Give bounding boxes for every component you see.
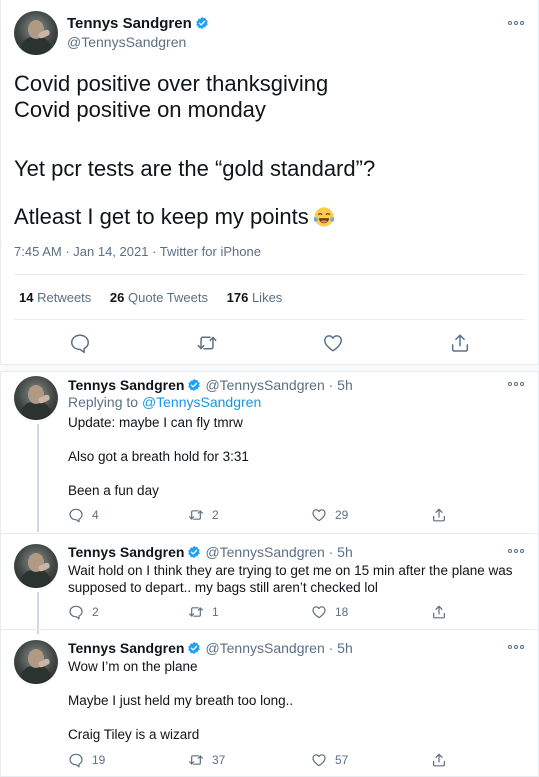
retweet-action[interactable]: 1 (188, 603, 219, 621)
like-icon (312, 606, 326, 619)
more-options-icon[interactable] (508, 379, 528, 389)
tweet-line: Yet pcr tests are the “gold standard”? (14, 156, 376, 181)
replying-to: Replying to @TennysSandgren (68, 394, 261, 410)
thread-line (37, 592, 39, 634)
reply-icon[interactable] (69, 332, 91, 354)
reply-line: supposed to depart.. my bags still aren’… (68, 580, 378, 595)
retweet-count: 37 (212, 753, 226, 767)
avatar[interactable] (14, 640, 58, 684)
replying-prefix: Replying to (68, 394, 139, 410)
retweet-action[interactable]: 37 (188, 751, 225, 769)
avatar[interactable] (14, 376, 58, 420)
author-name-text: Tennys Sandgren (68, 544, 185, 560)
author-name[interactable]: Tennys Sandgren @TennysSandgren · 5h (68, 377, 353, 393)
tweet-stats: 14 Retweets 26 Quote Tweets 176 Likes (19, 290, 297, 305)
reply-line: Been a fun day (68, 483, 159, 498)
retweet-action[interactable]: 2 (188, 506, 219, 524)
like-icon (312, 754, 326, 767)
share-action[interactable] (431, 506, 455, 524)
more-options-icon[interactable] (508, 18, 528, 28)
author-name-text: Tennys Sandgren (67, 15, 192, 32)
retweet-icon (189, 510, 203, 520)
tweet-time: 7:45 AM (14, 244, 62, 259)
more-options-icon[interactable] (508, 546, 528, 556)
tweet-line: Covid positive on monday (14, 97, 266, 122)
reply-line: Update: maybe I can fly tmrw (68, 415, 243, 430)
share-icon (433, 605, 445, 619)
avatar[interactable] (14, 544, 58, 588)
reply-line: Wow I’m on the plane (68, 659, 198, 674)
author-name-text: Tennys Sandgren (68, 640, 185, 656)
author-handle[interactable]: @TennysSandgren · 5h (205, 544, 352, 560)
share-icon[interactable] (449, 332, 471, 354)
tweet-date: Jan 14, 2021 (73, 244, 149, 259)
author-handle[interactable]: @TennysSandgren · 5h (205, 640, 352, 656)
like-action[interactable]: 18 (311, 603, 348, 621)
like-action[interactable]: 29 (311, 506, 348, 524)
reply-icon (69, 753, 83, 768)
reply-count: 4 (92, 508, 99, 522)
reply-icon (69, 605, 83, 620)
like-icon (312, 509, 326, 522)
like-count: 18 (335, 605, 349, 619)
retweet-icon[interactable] (196, 332, 218, 354)
tweet-line-last: Atleast I get to keep my points (14, 204, 335, 230)
retweet-icon (189, 607, 203, 617)
quote-tweets-stat[interactable]: 26 Quote Tweets (110, 290, 208, 305)
retweet-count: 2 (212, 508, 219, 522)
reply-action[interactable]: 19 (68, 751, 105, 769)
verified-badge-icon (188, 641, 201, 655)
likes-stat[interactable]: 176 Likes (227, 290, 283, 305)
reply-line: Also got a breath hold for 3:31 (68, 449, 249, 464)
verified-badge-icon (188, 378, 201, 392)
avatar[interactable] (14, 11, 58, 55)
tweet-source: Twitter for iPhone (159, 244, 261, 259)
author-name[interactable]: Tennys Sandgren @TennysSandgren · 5h (68, 544, 353, 560)
reply-line: Craig Tiley is a wizard (68, 727, 200, 742)
more-options-icon[interactable] (508, 642, 528, 652)
reply-count: 2 (92, 605, 99, 619)
divider (0, 533, 539, 534)
reply-icon (69, 508, 83, 523)
reply-count: 19 (92, 753, 106, 767)
tweet-line: Covid positive over thanksgiving (14, 71, 329, 96)
verified-badge-icon (188, 545, 201, 559)
thread-line (37, 424, 39, 532)
section-separator (0, 364, 539, 372)
author-name[interactable]: Tennys Sandgren (67, 15, 209, 32)
like-count: 57 (335, 753, 349, 767)
share-icon (433, 753, 445, 767)
share-action[interactable] (431, 751, 455, 769)
author-handle[interactable]: @TennysSandgren (67, 34, 186, 50)
face-with-tears-of-joy-emoji (313, 207, 334, 227)
like-count: 29 (335, 508, 349, 522)
retweets-stat[interactable]: 14 Retweets (19, 290, 91, 305)
like-action[interactable]: 57 (311, 751, 348, 769)
like-icon[interactable] (322, 332, 344, 354)
verified-badge-icon (195, 16, 208, 30)
reply-line: Wait hold on I think they are trying to … (68, 563, 513, 578)
author-handle[interactable]: @TennysSandgren · 5h (205, 377, 352, 393)
divider (0, 629, 539, 630)
share-icon (433, 508, 445, 522)
share-action[interactable] (431, 603, 455, 621)
divider (14, 274, 525, 275)
reply-action[interactable]: 4 (68, 506, 99, 524)
author-name-text: Tennys Sandgren (68, 377, 185, 393)
replying-to-link[interactable]: @TennysSandgren (142, 394, 261, 410)
reply-line: Maybe I just held my breath too long.. (68, 693, 294, 708)
reply-action[interactable]: 2 (68, 603, 99, 621)
tweet-timestamp[interactable]: 7:45 AM · Jan 14, 2021 · Twitter for iPh… (14, 244, 261, 259)
tweet-line: Atleast I get to keep my points (14, 204, 309, 229)
author-name[interactable]: Tennys Sandgren @TennysSandgren · 5h (68, 640, 353, 656)
retweet-count: 1 (212, 605, 219, 619)
retweet-icon (189, 755, 203, 765)
divider (14, 319, 525, 320)
